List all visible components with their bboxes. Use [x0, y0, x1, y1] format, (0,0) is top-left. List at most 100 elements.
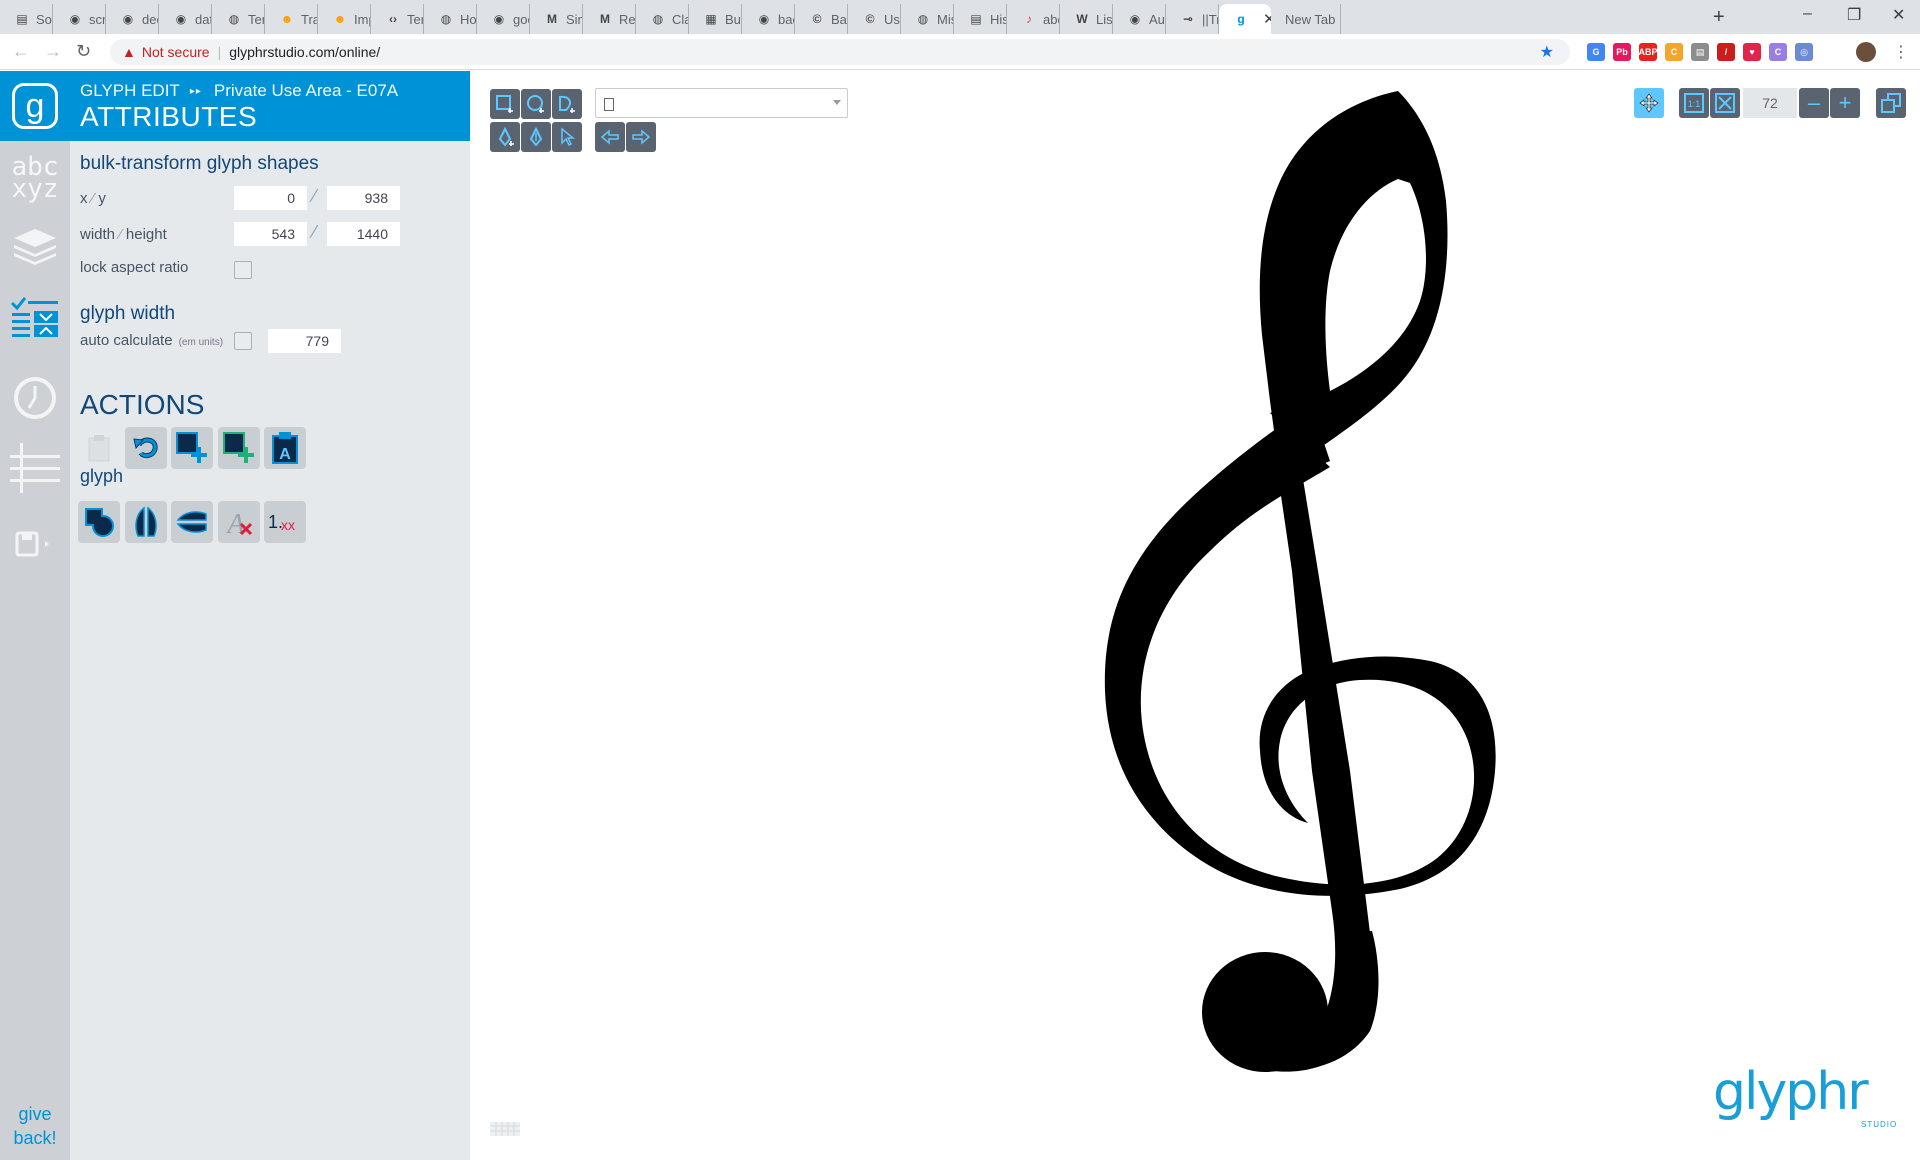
browser-tab[interactable]: ◍ Tenso: [212, 4, 265, 34]
round-values-icon: 1.xx: [268, 512, 295, 533]
chooser-icon[interactable]: abc xyz: [10, 153, 60, 203]
svg-text:xx: xx: [281, 517, 295, 533]
new-tab-button[interactable]: +: [1713, 7, 1725, 27]
url-text[interactable]: glyphrstudio.com/online/: [229, 44, 380, 60]
give-back-link[interactable]: give back!: [0, 1102, 70, 1150]
browser-tab[interactable]: M Simp: [530, 4, 583, 34]
browser-tab[interactable]: ◉ deep: [106, 4, 159, 34]
attributes-icon[interactable]: [10, 293, 60, 343]
flip-horizontal-button[interactable]: [125, 501, 167, 543]
glyphr-logo-icon: g: [12, 83, 58, 129]
reload-button[interactable]: ↻: [76, 41, 91, 62]
combine-icon: [85, 508, 114, 537]
extension-icon[interactable]: Pb: [1613, 43, 1631, 61]
browser-tab[interactable]: New Tab: [1271, 4, 1341, 34]
browser-toolbar: ← → ↻ ▲ Not secure | glyphrstudio.com/on…: [0, 34, 1920, 70]
bookmark-star-icon[interactable]: ★: [1540, 42, 1554, 62]
breadcrumb-location[interactable]: Private Use Area - E07A: [214, 81, 398, 101]
extension-icon[interactable]: ◎: [1795, 43, 1813, 61]
paste-from-glyph-button[interactable]: A: [264, 427, 306, 469]
browser-tab[interactable]: ◉ goog: [477, 4, 530, 34]
browser-tab[interactable]: © Basic: [795, 4, 848, 34]
browser-tab[interactable]: ◍ Class: [636, 4, 689, 34]
extension-icon[interactable]: ABP: [1639, 43, 1658, 61]
close-tab-icon[interactable]: ✕: [1263, 10, 1271, 28]
globe-icon: ◍: [440, 12, 452, 26]
tab-title: ||Trac: [1202, 11, 1218, 27]
history-clock-icon[interactable]: [10, 373, 60, 423]
browser-tab[interactable]: ◉ scrap: [53, 4, 106, 34]
undo-button[interactable]: [125, 427, 167, 469]
edit-canvas[interactable]: 1:1 72 – + glyphr STUDIO: [470, 71, 1920, 1160]
tab-title: Impo: [354, 11, 370, 27]
browser-tab[interactable]: ◉ data-: [159, 4, 212, 34]
actions-title: ACTIONS: [80, 389, 205, 420]
tab-title: scrap: [89, 11, 105, 27]
round-values-button[interactable]: 1. xx: [264, 501, 306, 543]
layers-icon[interactable]: [10, 221, 60, 271]
add-component-button[interactable]: [218, 427, 260, 469]
width-input[interactable]: [234, 222, 307, 246]
back-button[interactable]: ←: [12, 41, 30, 62]
extension-icon[interactable]: ▤: [1691, 43, 1709, 61]
browser-tab[interactable]: ◍ Misc: [901, 4, 954, 34]
height-input[interactable]: [327, 222, 400, 246]
browser-tab[interactable]: ☻ Impo: [318, 4, 371, 34]
paste-button[interactable]: [78, 427, 120, 469]
browser-menu-icon[interactable]: ⋮: [1893, 42, 1909, 62]
browser-tab[interactable]: © Using: [848, 4, 901, 34]
profile-avatar[interactable]: [1856, 42, 1876, 62]
flip-vertical-button[interactable]: [171, 501, 213, 543]
browser-tab[interactable]: ◉ Audi: [1113, 4, 1166, 34]
browser-tab[interactable]: g<✕: [1219, 4, 1271, 34]
browser-tab[interactable]: ◉ bacti: [742, 4, 795, 34]
lock-aspect-checkbox[interactable]: [234, 261, 252, 279]
breadcrumb-arrows-icon: ▸▸: [189, 85, 202, 97]
extension-icon[interactable]: G: [1587, 43, 1605, 61]
extension-icon[interactable]: ♥: [1743, 43, 1761, 61]
code-icon: ‹›: [389, 12, 397, 26]
minimize-button[interactable]: –: [1803, 5, 1812, 23]
browser-tab[interactable]: ◍ How: [424, 4, 477, 34]
browser-tab[interactable]: ▤ Histo: [954, 4, 1007, 34]
combine-shapes-button[interactable]: [78, 501, 120, 543]
save-icon[interactable]: [8, 519, 58, 569]
extension-icon[interactable]: /: [1717, 43, 1735, 61]
add-shape-button[interactable]: [171, 427, 213, 469]
guides-icon[interactable]: [10, 443, 60, 493]
glyph-width-input[interactable]: [268, 329, 341, 353]
warning-icon: ▲: [122, 44, 136, 60]
breadcrumb-section[interactable]: GLYPH EDIT: [80, 81, 180, 101]
forward-button[interactable]: →: [44, 41, 62, 62]
glyph-shape-treble-clef[interactable]: [470, 71, 1920, 1160]
browser-tab[interactable]: M Realt: [583, 4, 636, 34]
lock-aspect-label: lock aspect ratio: [80, 259, 189, 276]
restore-button[interactable]: ❐: [1847, 5, 1861, 25]
extension-icon[interactable]: C: [1665, 43, 1683, 61]
add-shape-icon: [176, 432, 207, 463]
browser-tab[interactable]: ▤ Solid: [0, 4, 53, 34]
auto-calculate-checkbox[interactable]: [234, 332, 252, 350]
security-label[interactable]: Not secure: [142, 44, 210, 60]
flip-horizontal-icon: [135, 506, 157, 537]
undo-icon: [133, 437, 158, 459]
github-icon: ◉: [175, 12, 187, 26]
glyphr-app: g abc xyz give back! GLYPH EDIT ▸▸ Priva…: [0, 71, 1920, 1160]
glyphr-logo-button[interactable]: g: [0, 71, 70, 141]
clear-glyph-button[interactable]: A: [218, 501, 260, 543]
y-input[interactable]: [327, 186, 400, 210]
svg-text:A: A: [279, 446, 291, 463]
browser-tab[interactable]: ⊸ ||Trac: [1166, 4, 1219, 34]
browser-tab[interactable]: ☻ Trans: [265, 4, 318, 34]
extension-icon[interactable]: C: [1769, 43, 1787, 61]
height-label-text: height: [125, 226, 167, 243]
browser-tab[interactable]: ‹› Tenso: [371, 4, 424, 34]
browser-tab[interactable]: ▦ Build: [689, 4, 742, 34]
browser-tab[interactable]: W List o: [1060, 4, 1113, 34]
close-window-button[interactable]: ✕: [1892, 5, 1905, 25]
github-icon: ◉: [1129, 12, 1141, 26]
address-bar[interactable]: ▲ Not secure | glyphrstudio.com/online/ …: [110, 39, 1570, 65]
x-input[interactable]: [234, 186, 307, 210]
browser-tab[interactable]: ♪ abcjs: [1007, 4, 1060, 34]
tab-title: deep: [142, 11, 158, 27]
